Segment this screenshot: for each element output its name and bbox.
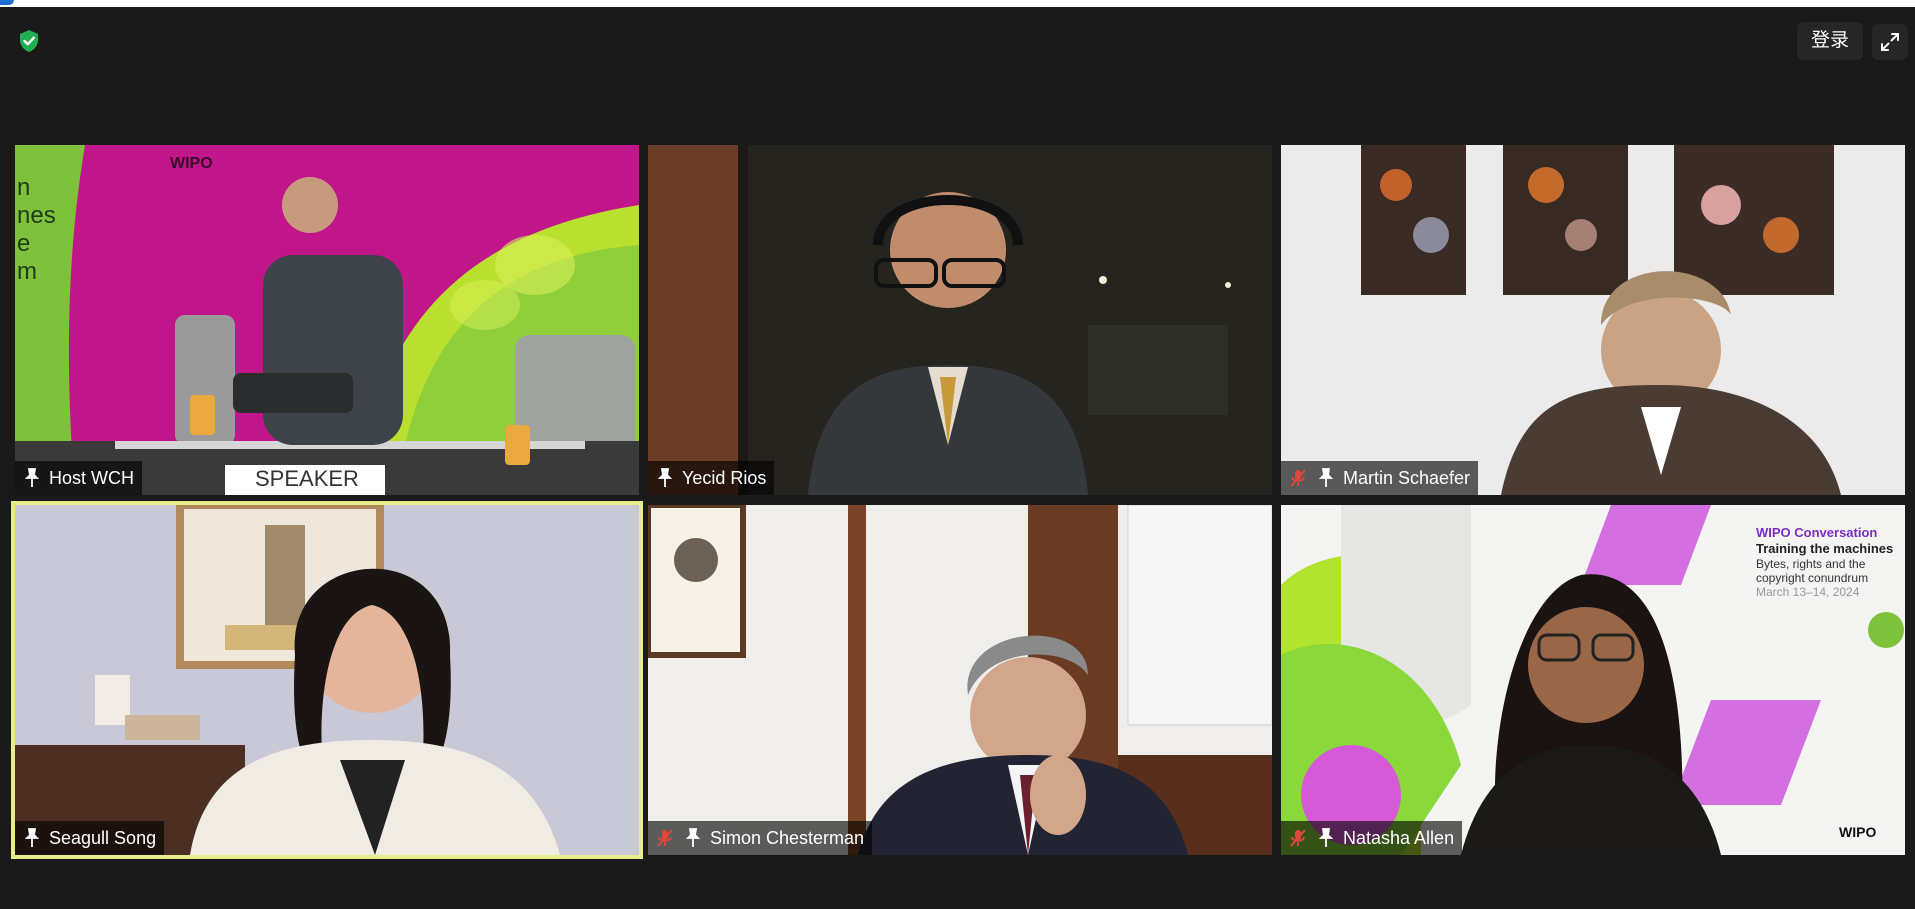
participant-name: Natasha Allen xyxy=(1343,827,1455,848)
video-feed xyxy=(1281,145,1905,495)
expand-icon xyxy=(1881,33,1899,51)
participant-nameplate: Yecid Rios xyxy=(648,461,775,495)
pin-icon xyxy=(1315,827,1337,849)
video-tile-seagull-song[interactable]: Seagull Song xyxy=(11,501,643,859)
video-tile-simon-chesterman[interactable]: Simon Chesterman xyxy=(648,505,1272,855)
participant-nameplate: Host WCH xyxy=(15,461,142,495)
video-feed xyxy=(648,505,1272,855)
participant-nameplate: Martin Schaefer xyxy=(1281,461,1479,495)
participant-name: Host WCH xyxy=(49,467,134,488)
login-button[interactable]: 登录 xyxy=(1797,22,1864,60)
backdrop-text-2: nes xyxy=(17,202,56,229)
video-feed xyxy=(15,505,639,855)
video-tile-host-wch[interactable]: SPEAKER WIPO n nes e m Host WCH xyxy=(15,145,639,495)
video-tile-martin-schaefer[interactable]: Martin Schaefer xyxy=(1281,145,1905,495)
pin-icon xyxy=(654,467,676,489)
mic-muted-icon xyxy=(1287,467,1309,489)
participant-name: Yecid Rios xyxy=(682,467,767,488)
video-tile-yecid-rios[interactable]: Yecid Rios xyxy=(648,145,1272,495)
mic-muted-icon xyxy=(1287,827,1309,849)
pin-icon xyxy=(21,827,43,849)
backdrop-text-4: m xyxy=(17,258,37,285)
video-tile-natasha-allen[interactable]: WIPO Conversation Training the machines … xyxy=(1281,505,1905,855)
participant-nameplate: Simon Chesterman xyxy=(648,821,873,855)
participant-name: Seagull Song xyxy=(49,827,157,848)
participant-name: Martin Schaefer xyxy=(1343,467,1471,488)
pin-icon xyxy=(682,827,704,849)
video-feed xyxy=(648,145,1272,495)
event-line-1: Bytes, rights and the xyxy=(1756,557,1866,571)
browser-tab-indicator xyxy=(0,0,14,5)
video-meeting-window: 登录 SPEAKER WIPO n nes e m Host WCH Yecid… xyxy=(0,7,1915,909)
wipo-footer-logo: WIPO xyxy=(1839,824,1876,840)
browser-top-strip xyxy=(0,0,1915,7)
event-title: WIPO Conversation xyxy=(1756,525,1877,540)
pin-icon xyxy=(1315,467,1337,489)
event-line-2: copyright conundrum xyxy=(1756,571,1868,585)
event-date: March 13–14, 2024 xyxy=(1756,585,1860,599)
backdrop-text-3: e xyxy=(17,230,30,257)
pin-icon xyxy=(21,467,43,489)
speaker-sign: SPEAKER xyxy=(255,466,359,491)
participant-nameplate: Seagull Song xyxy=(15,821,165,855)
video-feed: SPEAKER WIPO n nes e m xyxy=(15,145,639,495)
fullscreen-button[interactable] xyxy=(1872,24,1908,60)
participant-name: Simon Chesterman xyxy=(710,827,865,848)
participant-nameplate: Natasha Allen xyxy=(1281,821,1463,855)
backdrop-text-1: n xyxy=(17,174,30,201)
event-subtitle: Training the machines xyxy=(1756,541,1893,556)
video-feed: WIPO Conversation Training the machines … xyxy=(1281,505,1905,855)
wipo-logo: WIPO xyxy=(170,155,213,172)
shield-check-icon[interactable] xyxy=(14,26,44,56)
mic-muted-icon xyxy=(654,827,676,849)
